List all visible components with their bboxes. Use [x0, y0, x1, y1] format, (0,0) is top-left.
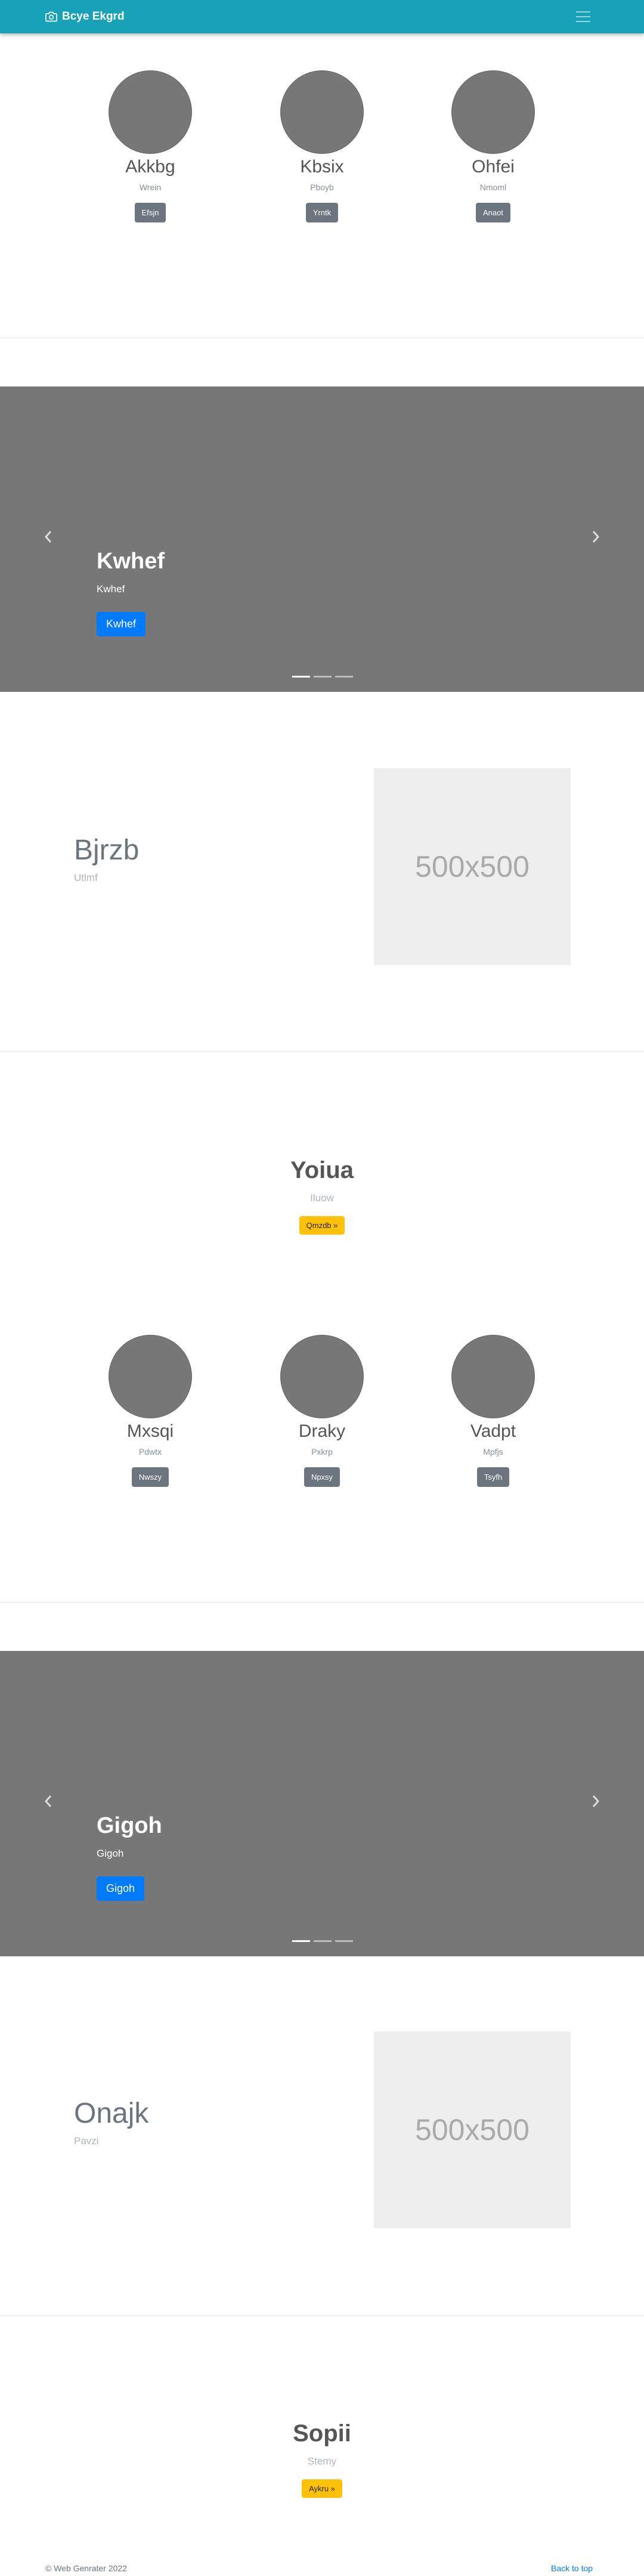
cta-title: Yoiua [290, 1157, 354, 1183]
cta-subtitle: Iluow [310, 1192, 334, 1204]
carousel-next-button[interactable] [587, 1789, 605, 1813]
carousel-indicator[interactable] [335, 1940, 353, 1942]
carousel-indicators [292, 676, 353, 678]
member-name: Draky [298, 1421, 346, 1441]
member-role: Pxkrp [311, 1447, 333, 1456]
footer-copyright: © Web Genrater 2022 [45, 2563, 127, 2573]
member-button[interactable]: Npxsy [304, 1467, 340, 1487]
feature-title: Onajk [74, 2098, 149, 2129]
divider [0, 1602, 644, 1603]
carousel-indicator[interactable] [292, 1940, 310, 1942]
avatar [109, 70, 192, 154]
carousel-2: Gigoh Gigoh Gigoh [0, 1651, 644, 1956]
member-role: Pdwtx [138, 1447, 162, 1456]
feature-subtitle: Utlmf [74, 872, 98, 883]
divider [0, 2315, 644, 2316]
team-member-3: Ohfei Nmoml Anaot [404, 70, 583, 222]
chevron-left-icon [44, 1795, 52, 1807]
carousel-1: Kwhef Kwhef Kwhef [0, 386, 644, 692]
carousel-indicator[interactable] [314, 676, 332, 678]
member-role: Pboyb [310, 183, 334, 192]
member-name: Ohfei [472, 157, 515, 177]
member-button[interactable]: Efsjn [134, 203, 166, 222]
member-name: Kbsix [300, 157, 344, 177]
brand-name: Bcye Ekgrd [62, 10, 125, 23]
back-to-top-link[interactable]: Back to top [551, 2563, 593, 2573]
carousel-prev-button[interactable] [39, 1789, 57, 1813]
avatar [451, 1335, 535, 1418]
member-button[interactable]: Nwszy [131, 1467, 169, 1487]
carousel-caption-title: Kwhef [97, 549, 165, 574]
member-role: Wrein [139, 183, 162, 192]
carousel-prev-button[interactable] [39, 525, 57, 549]
member-button[interactable]: Anaot [476, 203, 510, 222]
cta-subtitle: Stemy [307, 2456, 337, 2467]
member-button[interactable]: Yrntk [305, 203, 339, 222]
team-member-2: Kbsix Pboyb Yrntk [233, 70, 411, 222]
cta-section-1: Yoiua Iluow Qmzdb » [0, 1157, 644, 1235]
divider [0, 1051, 644, 1052]
camera-icon [45, 11, 57, 22]
avatar [109, 1335, 192, 1418]
chevron-right-icon [592, 1795, 600, 1807]
carousel-caption-title: Gigoh [97, 1813, 162, 1838]
member-button[interactable]: Tsyfh [476, 1467, 510, 1487]
feature-subtitle: Pavzi [74, 2135, 99, 2147]
placeholder-label: 500x500 [415, 2113, 530, 2147]
carousel-caption-button[interactable]: Gigoh [97, 1876, 145, 1901]
carousel-indicator[interactable] [335, 676, 353, 678]
feature-title: Bjrzb [74, 834, 140, 866]
carousel-indicator[interactable] [314, 1940, 332, 1942]
cta-section-2: Sopii Stemy Aykru » [0, 2420, 644, 2498]
hamburger-icon [576, 11, 590, 13]
member-name: Akkbg [125, 157, 175, 177]
cta-button[interactable]: Qmzdb » [299, 1216, 345, 1235]
carousel-next-button[interactable] [587, 525, 605, 549]
chevron-left-icon [44, 531, 52, 543]
carousel-indicators [292, 1940, 353, 1942]
chevron-right-icon [592, 531, 600, 543]
navbar: Bcye Ekgrd [0, 0, 644, 33]
team-member-4: Mxsqi Pdwtx Nwszy [61, 1335, 240, 1487]
team-member-1: Akkbg Wrein Efsjn [61, 70, 240, 222]
cta-button[interactable]: Aykru » [302, 2479, 342, 2498]
team-member-6: Vadpt Mpfjs Tsyfh [404, 1335, 583, 1487]
navbar-toggler[interactable] [569, 7, 597, 27]
carousel-caption-subtitle: Gigoh [97, 1848, 124, 1859]
team-member-5: Draky Pxkrp Npxsy [233, 1335, 411, 1487]
member-name: Mxsqi [126, 1421, 174, 1441]
cta-title: Sopii [293, 2420, 351, 2447]
avatar [280, 1335, 364, 1418]
placeholder-label: 500x500 [415, 850, 530, 883]
placeholder-image: 500x500 [374, 768, 571, 965]
avatar [451, 70, 535, 154]
placeholder-image: 500x500 [374, 2031, 571, 2228]
member-role: Nmoml [479, 183, 507, 192]
carousel-caption-subtitle: Kwhef [97, 583, 125, 595]
member-role: Mpfjs [483, 1447, 503, 1456]
carousel-indicator[interactable] [292, 676, 310, 678]
brand-link[interactable]: Bcye Ekgrd [45, 0, 125, 33]
carousel-caption-button[interactable]: Kwhef [97, 612, 146, 636]
avatar [280, 70, 364, 154]
member-name: Vadpt [470, 1421, 516, 1441]
